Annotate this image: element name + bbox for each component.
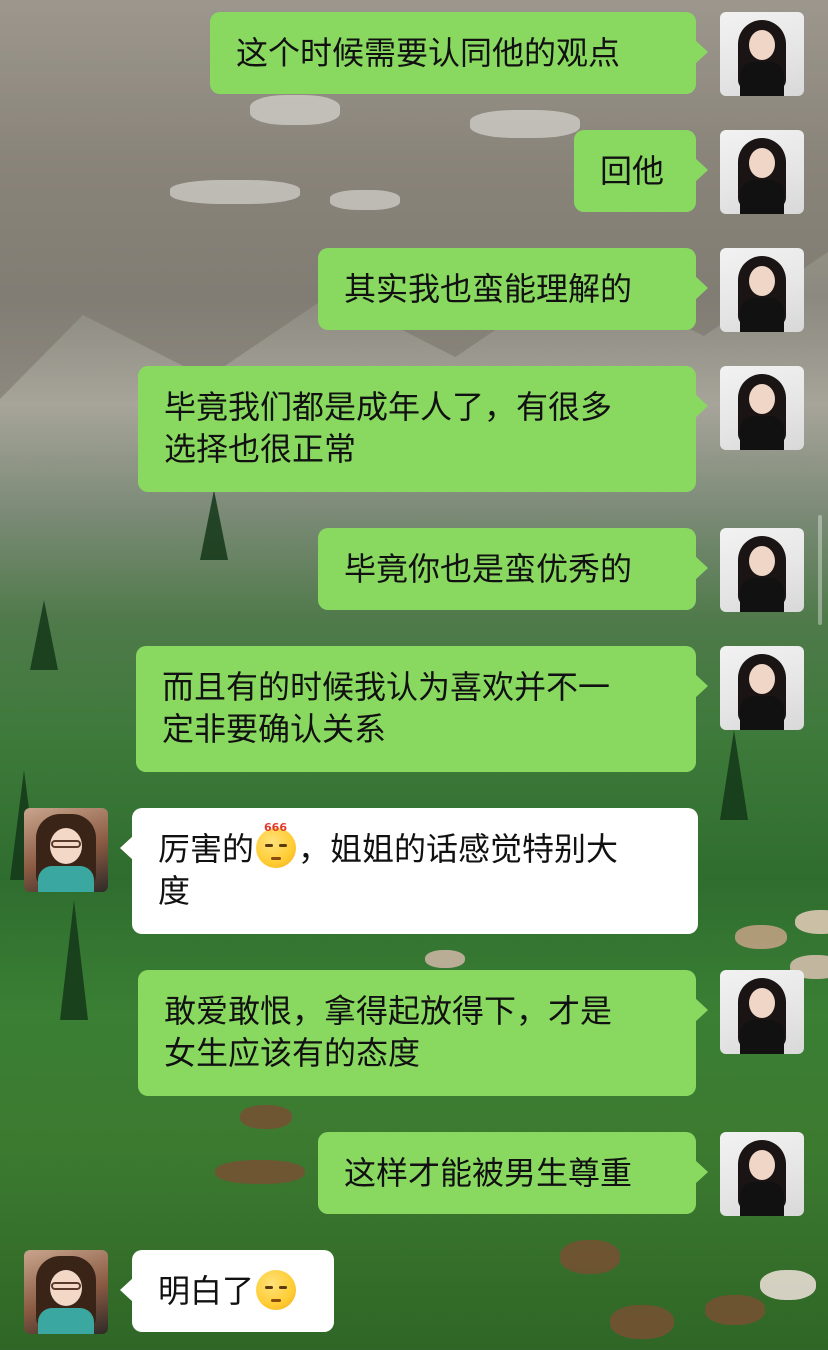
message-text: 这个时候需要认同他的观点	[236, 34, 621, 72]
message-text-line: 度	[158, 872, 191, 910]
smirk-emoji-icon	[256, 1270, 297, 1310]
contact-message-bubble[interactable]: 厉害的 666 ，姐姐的话感觉特别大 度	[120, 808, 698, 934]
message-text-line: 厉害的 666 ，姐姐的话感觉特别大	[158, 822, 672, 870]
emoji-label: 666	[264, 821, 287, 834]
message-text: 厉害的	[158, 830, 255, 868]
self-avatar[interactable]	[720, 970, 804, 1054]
message-text-line: 毕竟我们都是成年人了，有很多	[164, 388, 613, 426]
self-avatar[interactable]	[720, 130, 804, 214]
message-text: 毕竟你也是蛮优秀的	[344, 550, 633, 588]
self-message-bubble[interactable]: 回他	[574, 130, 708, 212]
self-message-bubble[interactable]: 其实我也蛮能理解的	[318, 248, 708, 330]
message-text-line: 女生应该有的态度	[164, 1034, 421, 1072]
self-message-bubble[interactable]: 这样才能被男生尊重	[318, 1132, 708, 1214]
message-text: 回他	[600, 152, 665, 190]
message-text: 其实我也蛮能理解的	[344, 270, 633, 308]
self-message-bubble[interactable]: 敢爱敢恨，拿得起放得下，才是 女生应该有的态度	[138, 970, 708, 1096]
message-text-line: 选择也很正常	[164, 430, 357, 468]
self-avatar[interactable]	[720, 528, 804, 612]
message-text-line: 敢爱敢恨，拿得起放得下，才是	[164, 992, 613, 1030]
self-message-bubble[interactable]: 毕竟我们都是成年人了，有很多 选择也很正常	[138, 366, 708, 492]
message-text-line: 而且有的时候我认为喜欢并不一	[162, 668, 611, 706]
message-text-line: 定非要确认关系	[162, 710, 387, 748]
self-avatar[interactable]	[720, 1132, 804, 1216]
contact-avatar[interactable]	[24, 1250, 108, 1334]
self-avatar[interactable]	[720, 12, 804, 96]
scrollbar[interactable]	[818, 515, 822, 625]
message-text: 明白了	[158, 1272, 255, 1310]
contact-avatar[interactable]	[24, 808, 108, 892]
message-text: 这样才能被男生尊重	[344, 1154, 633, 1192]
666-smirk-emoji-icon: 666	[256, 822, 297, 868]
message-text: ，姐姐的话感觉特别大	[298, 830, 619, 868]
self-avatar[interactable]	[720, 366, 804, 450]
self-message-bubble[interactable]: 这个时候需要认同他的观点	[210, 12, 708, 94]
self-message-bubble[interactable]: 毕竟你也是蛮优秀的	[318, 528, 708, 610]
contact-message-bubble[interactable]: 明白了	[120, 1250, 334, 1332]
self-avatar[interactable]	[720, 646, 804, 730]
self-message-bubble[interactable]: 而且有的时候我认为喜欢并不一 定非要确认关系	[136, 646, 708, 772]
self-avatar[interactable]	[720, 248, 804, 332]
